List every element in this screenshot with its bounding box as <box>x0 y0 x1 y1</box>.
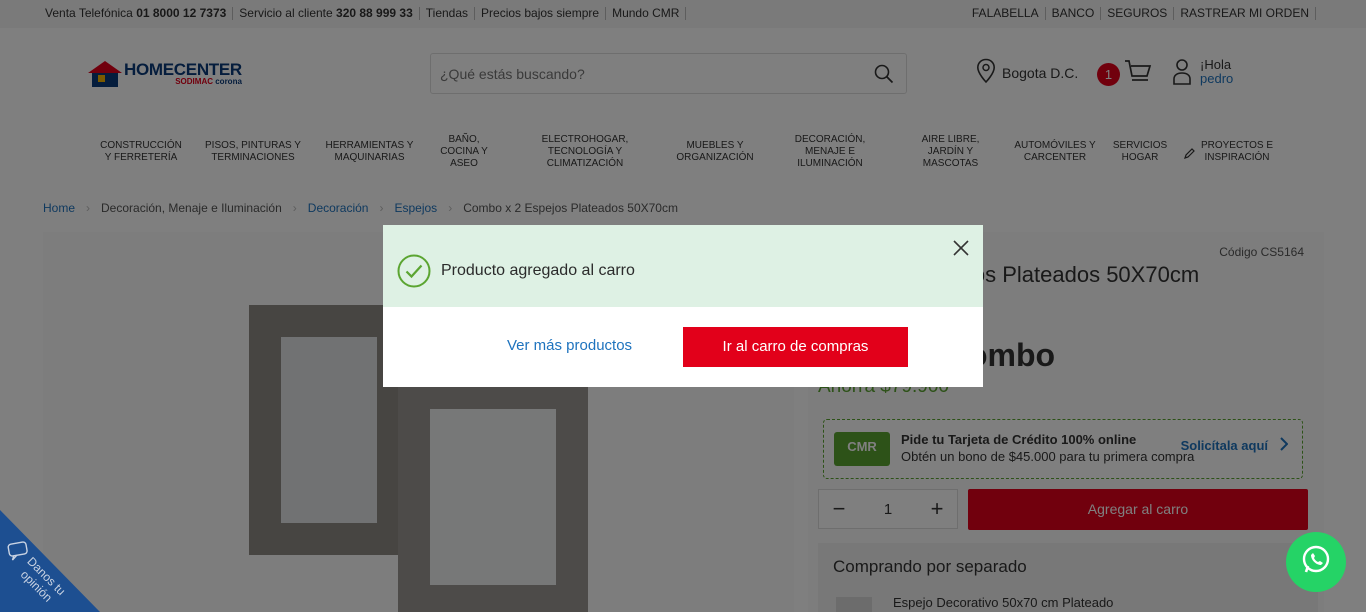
modal-message: Producto agregado al carro <box>441 262 635 279</box>
whatsapp-button[interactable] <box>1286 532 1346 592</box>
added-to-cart-modal: Producto agregado al carro Ver más produ… <box>383 225 983 387</box>
whatsapp-icon <box>1300 544 1332 581</box>
check-circle-icon <box>397 254 431 293</box>
see-more-products-link[interactable]: Ver más productos <box>507 337 632 354</box>
feedback-tab[interactable]: Danos tu opinión <box>0 510 100 612</box>
go-to-cart-button[interactable]: Ir al carro de compras <box>683 327 908 367</box>
close-icon[interactable] <box>953 240 969 256</box>
modal-header: Producto agregado al carro <box>383 225 983 307</box>
